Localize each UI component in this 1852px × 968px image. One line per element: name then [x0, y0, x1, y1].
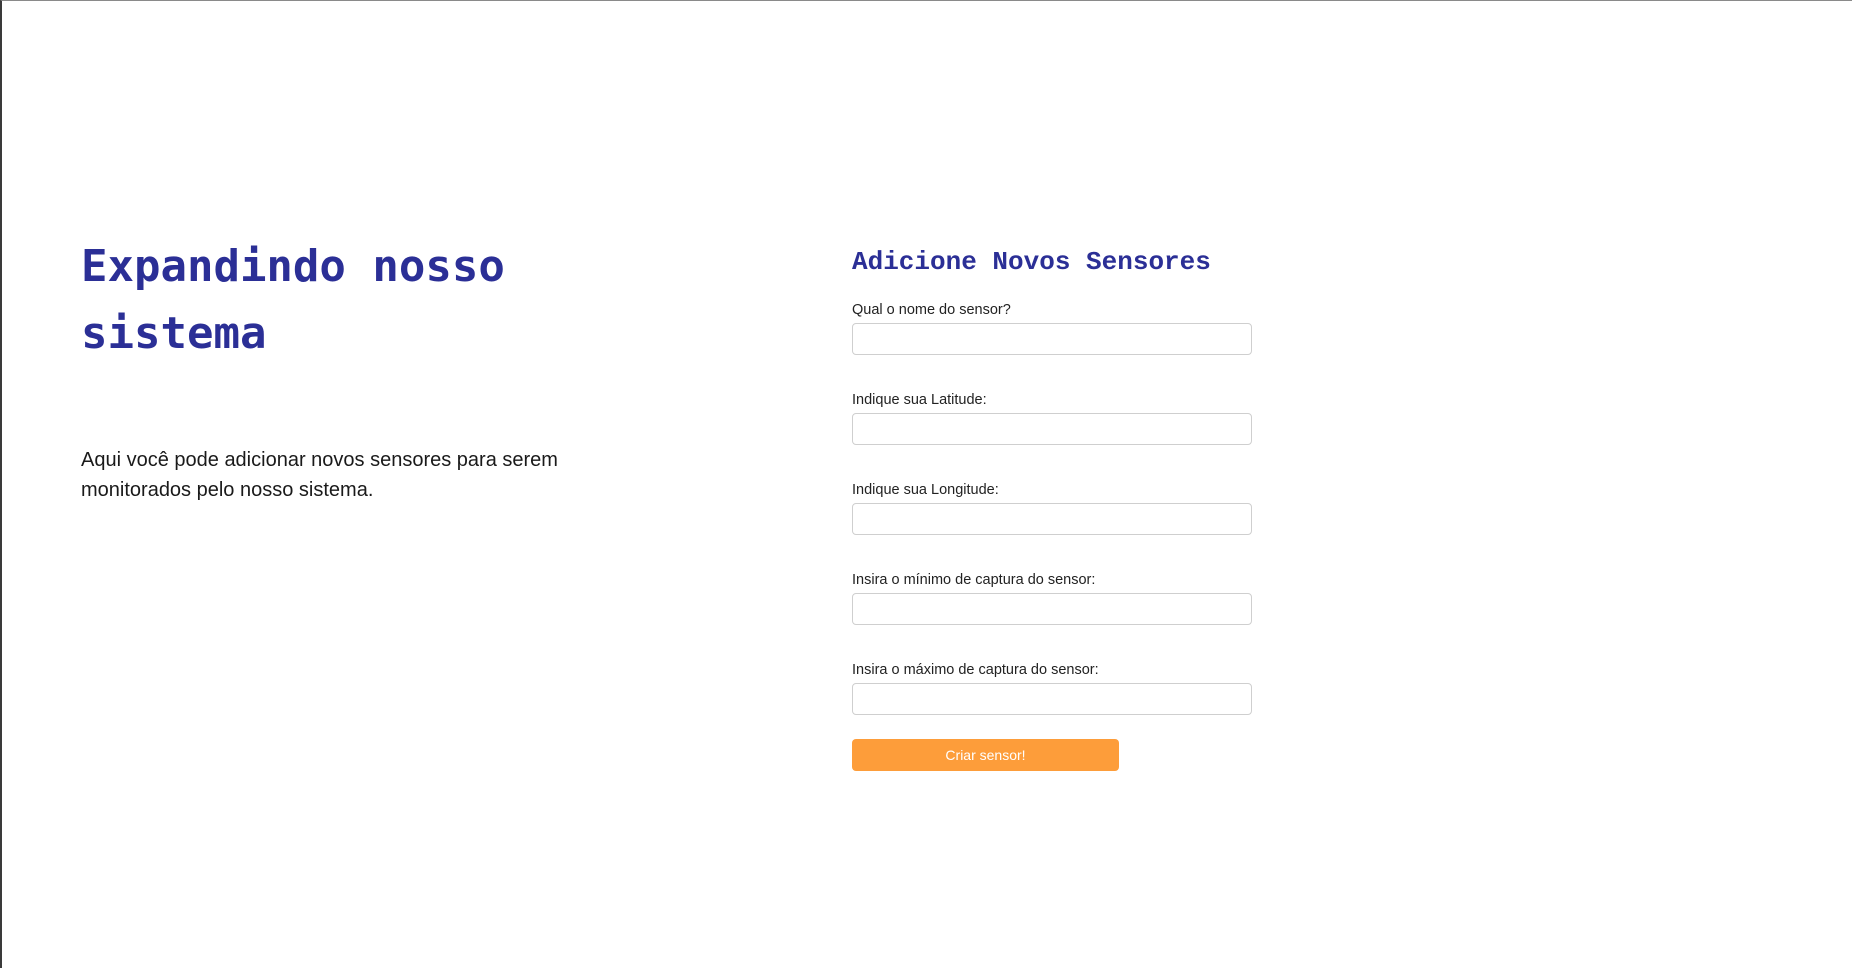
page-title: Expandindo nosso sistema [81, 241, 505, 359]
browser-viewport: Expandindo nosso sistema Aqui você pode … [0, 0, 1852, 968]
latitude-label: Indique sua Latitude: [852, 392, 987, 408]
new-sensor-form: Adicione Novos Sensores Qual o nome do s… [852, 245, 1272, 771]
min-capture-input[interactable] [852, 593, 1252, 625]
create-sensor-button[interactable]: Criar sensor! [852, 739, 1119, 771]
form-title: Adicione Novos Sensores [852, 247, 1211, 277]
sensor-name-label: Qual o nome do sensor? [852, 302, 1011, 318]
min-capture-label: Insira o mínimo de captura do sensor: [852, 572, 1096, 588]
longitude-input[interactable] [852, 503, 1252, 535]
sensor-name-group: Qual o nome do sensor? [852, 301, 1272, 355]
min-capture-group: Insira o mínimo de captura do sensor: [852, 571, 1272, 625]
longitude-group: Indique sua Longitude: [852, 481, 1272, 535]
sensor-name-input[interactable] [852, 323, 1252, 355]
max-capture-label: Insira o máximo de captura do sensor: [852, 662, 1099, 678]
latitude-input[interactable] [852, 413, 1252, 445]
hero-section: Expandindo nosso sistema Aqui você pode … [81, 233, 641, 505]
page-description: Aqui você pode adicionar novos sensores … [81, 449, 558, 501]
longitude-label: Indique sua Longitude: [852, 482, 999, 498]
max-capture-group: Insira o máximo de captura do sensor: [852, 661, 1272, 715]
max-capture-input[interactable] [852, 683, 1252, 715]
latitude-group: Indique sua Latitude: [852, 391, 1272, 445]
